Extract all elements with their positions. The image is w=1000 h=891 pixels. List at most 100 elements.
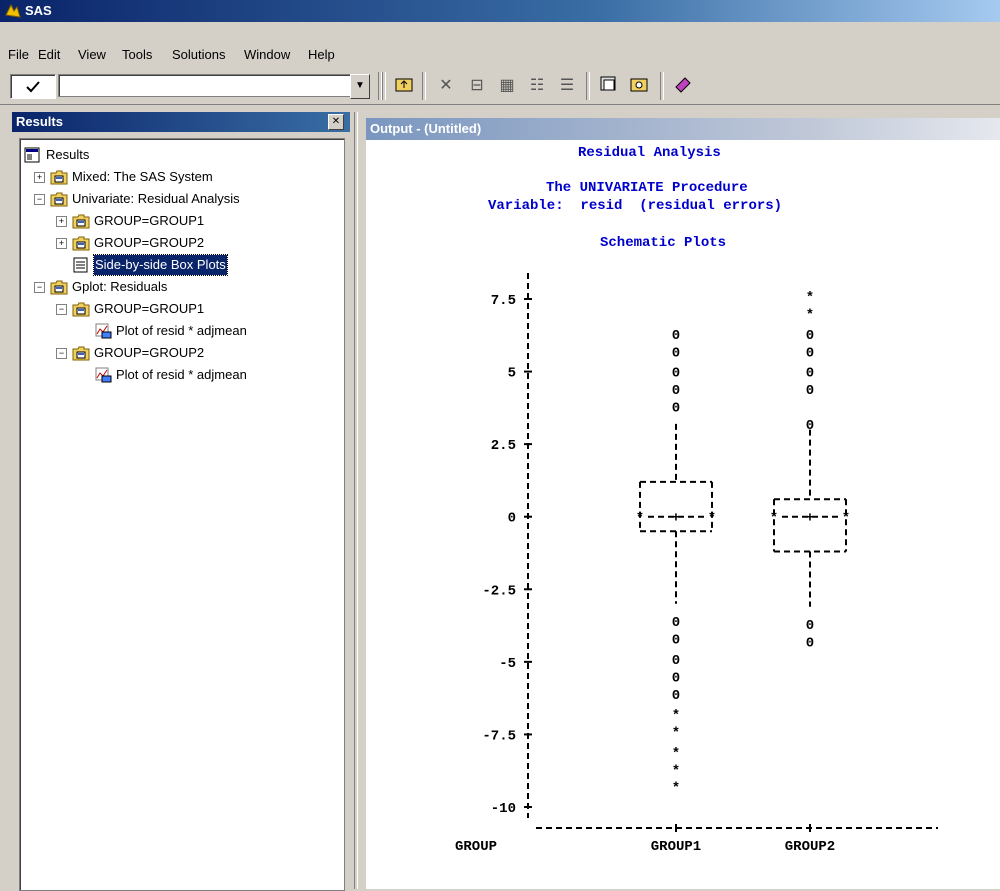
y-tick-label: 7.5: [491, 293, 516, 309]
collapse-icon[interactable]: −: [56, 304, 67, 315]
tree-node-label: Gplot: Residuals: [72, 279, 168, 294]
tree-node[interactable]: + GROUP=GROUP2: [20, 233, 340, 253]
box-mean-marker: +: [806, 511, 814, 527]
toolbar-separator: [586, 72, 590, 100]
outlier-point-star: *: [672, 708, 680, 724]
expand-icon[interactable]: +: [56, 216, 67, 227]
y-tick-label: 2.5: [491, 438, 516, 454]
boxplot-chart: 7.552.50-2.5-5-7.5-10GROUP GROUP1* *+00000…: [455, 273, 938, 855]
tree-node[interactable]: Results: [20, 145, 340, 165]
y-tick-label: 0: [508, 511, 516, 527]
collapse-icon[interactable]: −: [34, 282, 45, 293]
outlier-point-o: 0: [672, 366, 680, 382]
up-folder-icon[interactable]: [393, 75, 415, 97]
results-title-label: Results: [16, 114, 63, 129]
outlier-point-o: 0: [672, 615, 680, 631]
tree-node[interactable]: Plot of resid * adjmean: [20, 321, 340, 341]
tree-node-label: Mixed: The SAS System: [72, 169, 213, 184]
toolbar-separator: [660, 72, 664, 100]
tree-node-label: Plot of resid * adjmean: [116, 367, 247, 382]
collapse-icon[interactable]: −: [56, 348, 67, 359]
box-median-marker: *: [708, 511, 716, 527]
outlier-point-o: 0: [672, 653, 680, 669]
command-input[interactable]: [58, 74, 352, 97]
expand-icon[interactable]: +: [56, 238, 67, 249]
collapse-icon[interactable]: −: [34, 194, 45, 205]
outlier-point-star: *: [672, 781, 680, 797]
outlier-point-star: *: [806, 290, 814, 306]
close-icon[interactable]: ✕: [328, 114, 344, 130]
tree-node[interactable]: + Mixed: The SAS System: [20, 167, 340, 187]
output-heading-variable: Variable: resid (residual errors): [488, 198, 783, 214]
folder-icon: [50, 280, 68, 295]
tree-node[interactable]: − Gplot: Residuals: [20, 277, 340, 297]
tree-node-label: Results: [46, 147, 90, 162]
box-mean-marker: +: [672, 511, 680, 527]
folder-icon: [72, 346, 90, 361]
outlier-point-o: 0: [672, 633, 680, 649]
output-window: Output - (Untitled) Residual Analysis Th…: [366, 118, 1000, 889]
menu-help[interactable]: Help: [308, 47, 335, 62]
outlier-point-o: 0: [806, 383, 814, 399]
command-check-button[interactable]: [10, 74, 56, 99]
y-tick-label: -2.5: [482, 583, 516, 599]
outlier-point-o: 0: [806, 618, 814, 634]
outlier-point-star: *: [672, 746, 680, 762]
folder-icon: [50, 170, 68, 185]
tree-node-label: GROUP=GROUP2: [94, 345, 205, 360]
results-pane: Results ✕ Results + Mixed: The SAS System −…: [12, 112, 350, 891]
output-heading-title: Residual Analysis: [578, 145, 721, 161]
x-tick-label: GROUP2: [785, 839, 835, 855]
graph-icon: [95, 367, 112, 383]
x-axis-label: GROUP: [455, 839, 497, 855]
details-view-icon[interactable]: ☰: [556, 75, 578, 97]
toolbar-separator: [422, 72, 426, 100]
command-dropdown-button[interactable]: ▼: [350, 74, 370, 99]
tree-node[interactable]: Side-by-side Box Plots: [20, 254, 340, 276]
menu-edit[interactable]: Edit: [38, 47, 60, 62]
help-book-icon[interactable]: [672, 75, 694, 97]
small-icons-icon[interactable]: ▦: [496, 75, 518, 97]
large-icons-icon[interactable]: ⊟: [466, 75, 488, 97]
folder-icon: [72, 302, 90, 317]
tree-node[interactable]: + GROUP=GROUP1: [20, 211, 340, 231]
menu-tools[interactable]: Tools: [122, 47, 152, 62]
box-median-marker: *: [770, 511, 778, 527]
outlier-point-star: *: [806, 308, 814, 324]
box-median-marker: *: [636, 511, 644, 527]
menu-file[interactable]: File: [8, 47, 29, 62]
pane-splitter[interactable]: [350, 112, 364, 889]
menu-solutions[interactable]: Solutions: [172, 47, 225, 62]
explorer-icon[interactable]: [598, 75, 620, 97]
sas-app-icon: [5, 3, 21, 18]
checkmark-icon: [26, 81, 40, 93]
delete-icon[interactable]: ✕: [435, 75, 457, 97]
y-tick-label: -7.5: [482, 728, 516, 744]
list-view-icon[interactable]: ☷: [526, 75, 548, 97]
chart-title: Schematic Plots: [600, 235, 727, 251]
tree-node[interactable]: − Univariate: Residual Analysis: [20, 189, 340, 209]
box-median-marker: *: [842, 511, 850, 527]
x-tick-label: GROUP1: [651, 839, 701, 855]
tree-node-label: GROUP=GROUP1: [94, 213, 205, 228]
title-bar: SAS: [0, 0, 1000, 22]
tree-node[interactable]: Plot of resid * adjmean: [20, 365, 340, 385]
output-title: Output - (Untitled): [370, 121, 482, 136]
menu-window[interactable]: Window: [244, 47, 290, 62]
results-tree: Results + Mixed: The SAS System − Univariate…: [19, 138, 345, 891]
outlier-point-o: 0: [806, 366, 814, 382]
find-icon[interactable]: [628, 75, 650, 97]
document-icon: [73, 257, 88, 273]
outlier-point-o: 0: [672, 328, 680, 344]
tree-node-label: Side-by-side Box Plots: [93, 254, 228, 276]
expand-icon[interactable]: +: [34, 172, 45, 183]
tree-node[interactable]: − GROUP=GROUP2: [20, 343, 340, 363]
outlier-point-o: 0: [672, 345, 680, 361]
menu-view[interactable]: View: [78, 47, 106, 62]
tree-node[interactable]: − GROUP=GROUP1: [20, 299, 340, 319]
toolbar-separator: [382, 72, 386, 100]
outlier-point-o: 0: [806, 345, 814, 361]
outlier-point-o: 0: [806, 418, 814, 434]
y-tick-label: 5: [508, 366, 516, 382]
output-title-bar: Output - (Untitled): [366, 118, 1000, 140]
